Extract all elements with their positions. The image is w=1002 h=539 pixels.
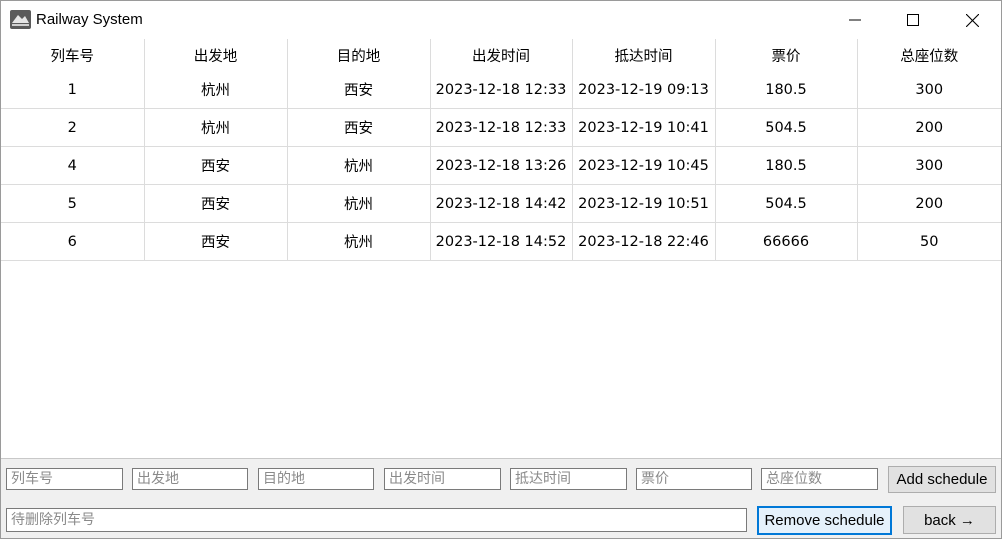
header-from[interactable]: 出发地 [144, 39, 288, 71]
price-input[interactable] [636, 468, 752, 490]
delete-train-no-input[interactable] [6, 508, 747, 532]
cell-arrive-time: 2023-12-19 10:51 [572, 184, 716, 223]
table-row[interactable]: 5 西安 杭州 2023-12-18 14:42 2023-12-19 10:5… [1, 184, 1001, 223]
cell-price: 180.5 [715, 71, 858, 109]
cell-from: 西安 [144, 184, 288, 223]
cell-total-seats: 50 [857, 222, 1001, 261]
table-row[interactable]: 6 西安 杭州 2023-12-18 14:52 2023-12-18 22:4… [1, 222, 1001, 261]
cell-price: 504.5 [715, 184, 858, 223]
to-input[interactable] [258, 468, 374, 490]
cell-depart-time: 2023-12-18 12:33 [430, 71, 573, 109]
app-window: Railway System 列车号 出发地 目的地 出发时间 抵达时间 票价 … [0, 0, 1002, 539]
cell-total-seats: 300 [857, 71, 1001, 109]
cell-train-no: 1 [1, 71, 145, 109]
remove-schedule-button[interactable]: Remove schedule [757, 506, 892, 535]
header-arrive-time[interactable]: 抵达时间 [572, 39, 716, 71]
table-row[interactable]: 4 西安 杭州 2023-12-18 13:26 2023-12-19 10:4… [1, 146, 1001, 185]
back-button[interactable]: back → [903, 506, 996, 534]
arrive-time-input[interactable] [510, 468, 627, 490]
train-app-icon [10, 10, 31, 29]
cell-train-no: 6 [1, 222, 145, 261]
cell-depart-time: 2023-12-18 12:33 [430, 108, 573, 147]
cell-from: 西安 [144, 146, 288, 185]
header-depart-time[interactable]: 出发时间 [430, 39, 573, 71]
cell-to: 杭州 [287, 184, 431, 223]
total-seats-input[interactable] [761, 468, 878, 490]
schedule-table: 列车号 出发地 目的地 出发时间 抵达时间 票价 总座位数 1 杭州 西安 20… [1, 39, 1001, 261]
header-to[interactable]: 目的地 [287, 39, 431, 71]
table-row[interactable]: 2 杭州 西安 2023-12-18 12:33 2023-12-19 10:4… [1, 108, 1001, 147]
cell-to: 西安 [287, 108, 431, 147]
cell-arrive-time: 2023-12-19 09:13 [572, 71, 716, 109]
table-header-row: 列车号 出发地 目的地 出发时间 抵达时间 票价 总座位数 [1, 39, 1001, 71]
cell-train-no: 5 [1, 184, 145, 223]
cell-train-no: 4 [1, 146, 145, 185]
cell-price: 66666 [715, 222, 858, 261]
maximize-button[interactable] [884, 1, 942, 39]
add-schedule-button[interactable]: Add schedule [888, 466, 996, 493]
train-no-input[interactable] [6, 468, 123, 490]
from-input[interactable] [132, 468, 248, 490]
cell-train-no: 2 [1, 108, 145, 147]
cell-to: 杭州 [287, 222, 431, 261]
window-title: Railway System [36, 11, 143, 28]
cell-from: 杭州 [144, 108, 288, 147]
cell-depart-time: 2023-12-18 14:42 [430, 184, 573, 223]
header-total-seats[interactable]: 总座位数 [857, 39, 1001, 71]
header-price[interactable]: 票价 [715, 39, 858, 71]
cell-total-seats: 200 [857, 184, 1001, 223]
header-train-no[interactable]: 列车号 [1, 39, 145, 71]
cell-arrive-time: 2023-12-19 10:45 [572, 146, 716, 185]
table-row[interactable]: 1 杭州 西安 2023-12-18 12:33 2023-12-19 09:1… [1, 71, 1001, 109]
cell-price: 504.5 [715, 108, 858, 147]
cell-from: 西安 [144, 222, 288, 261]
cell-total-seats: 300 [857, 146, 1001, 185]
cell-to: 西安 [287, 71, 431, 109]
cell-depart-time: 2023-12-18 14:52 [430, 222, 573, 261]
close-button[interactable] [943, 1, 1001, 39]
cell-total-seats: 200 [857, 108, 1001, 147]
cell-price: 180.5 [715, 146, 858, 185]
cell-depart-time: 2023-12-18 13:26 [430, 146, 573, 185]
minimize-button[interactable] [826, 1, 884, 39]
cell-arrive-time: 2023-12-19 10:41 [572, 108, 716, 147]
cell-to: 杭州 [287, 146, 431, 185]
title-bar: Railway System [1, 1, 1001, 39]
schedule-table-area[interactable]: 列车号 出发地 目的地 出发时间 抵达时间 票价 总座位数 1 杭州 西安 20… [1, 39, 1001, 459]
depart-time-input[interactable] [384, 468, 501, 490]
cell-arrive-time: 2023-12-18 22:46 [572, 222, 716, 261]
cell-from: 杭州 [144, 71, 288, 109]
